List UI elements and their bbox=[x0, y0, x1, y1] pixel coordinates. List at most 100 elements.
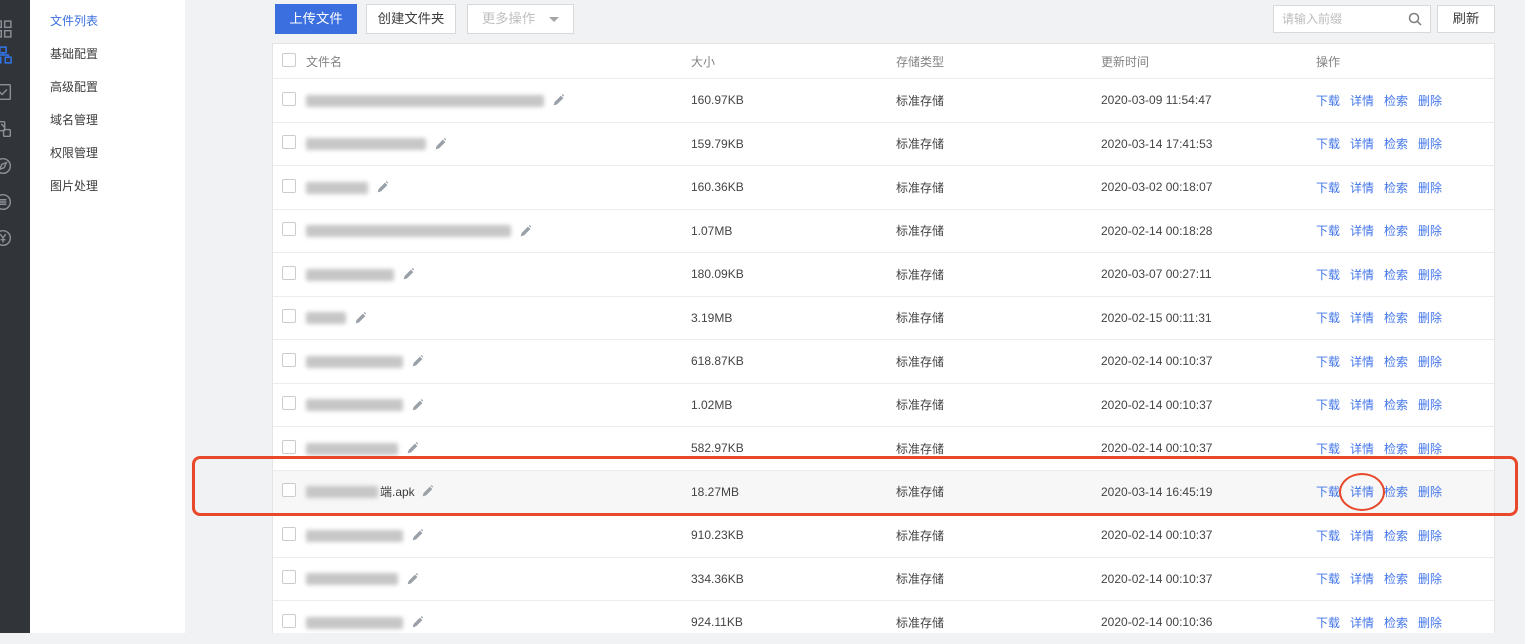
action-delete[interactable]: 删除 bbox=[1418, 222, 1442, 239]
edit-icon[interactable] bbox=[402, 268, 415, 281]
action-delete[interactable]: 删除 bbox=[1418, 483, 1442, 500]
task-icon[interactable] bbox=[0, 83, 16, 105]
sidebar-item-5[interactable]: 图片处理 bbox=[30, 170, 185, 203]
action-retrieve[interactable]: 检索 bbox=[1384, 353, 1408, 370]
row-checkbox[interactable] bbox=[282, 266, 296, 280]
action-details-circled[interactable]: 详情 bbox=[1350, 483, 1374, 500]
row-checkbox[interactable] bbox=[282, 92, 296, 106]
create-folder-button[interactable]: 创建文件夹 bbox=[366, 4, 456, 34]
action-retrieve[interactable]: 检索 bbox=[1384, 396, 1408, 413]
action-retrieve[interactable]: 检索 bbox=[1384, 179, 1408, 196]
action-retrieve[interactable]: 检索 bbox=[1384, 222, 1408, 239]
products-icon[interactable] bbox=[0, 46, 16, 68]
row-checkbox[interactable] bbox=[282, 135, 296, 149]
select-all-checkbox[interactable] bbox=[282, 53, 296, 67]
edit-icon[interactable] bbox=[519, 225, 532, 238]
edit-icon[interactable] bbox=[411, 355, 424, 368]
action-retrieve[interactable]: 检索 bbox=[1384, 570, 1408, 587]
action-details[interactable]: 详情 bbox=[1350, 353, 1374, 370]
row-checkbox[interactable] bbox=[282, 614, 296, 628]
action-delete[interactable]: 删除 bbox=[1418, 527, 1442, 544]
action-download[interactable]: 下载 bbox=[1316, 483, 1340, 500]
action-download[interactable]: 下载 bbox=[1316, 135, 1340, 152]
action-retrieve[interactable]: 检索 bbox=[1384, 440, 1408, 457]
row-checkbox[interactable] bbox=[282, 570, 296, 584]
compass-icon[interactable] bbox=[0, 157, 16, 179]
action-delete[interactable]: 删除 bbox=[1418, 570, 1442, 587]
action-delete[interactable]: 删除 bbox=[1418, 135, 1442, 152]
share-icon[interactable] bbox=[0, 120, 16, 142]
action-retrieve[interactable]: 检索 bbox=[1384, 483, 1408, 500]
action-download[interactable]: 下载 bbox=[1316, 440, 1340, 457]
edit-icon[interactable] bbox=[411, 529, 424, 542]
action-delete[interactable]: 删除 bbox=[1418, 179, 1442, 196]
list-circle-icon[interactable] bbox=[0, 193, 16, 215]
action-download[interactable]: 下载 bbox=[1316, 614, 1340, 631]
action-download[interactable]: 下载 bbox=[1316, 353, 1340, 370]
refresh-button[interactable]: 刷新 bbox=[1437, 5, 1495, 33]
action-download[interactable]: 下载 bbox=[1316, 570, 1340, 587]
sidebar-item-4[interactable]: 权限管理 bbox=[30, 137, 185, 170]
action-delete[interactable]: 删除 bbox=[1418, 353, 1442, 370]
action-details[interactable]: 详情 bbox=[1350, 614, 1374, 631]
action-delete[interactable]: 删除 bbox=[1418, 309, 1442, 326]
action-details[interactable]: 详情 bbox=[1350, 396, 1374, 413]
action-retrieve[interactable]: 检索 bbox=[1384, 92, 1408, 109]
action-details[interactable]: 详情 bbox=[1350, 179, 1374, 196]
billing-icon[interactable] bbox=[0, 229, 16, 251]
action-delete[interactable]: 删除 bbox=[1418, 440, 1442, 457]
redacted-file-name bbox=[306, 225, 511, 237]
sidebar-item-2[interactable]: 高级配置 bbox=[30, 71, 185, 104]
row-checkbox[interactable] bbox=[282, 353, 296, 367]
action-download[interactable]: 下载 bbox=[1316, 92, 1340, 109]
file-size: 618.87KB bbox=[691, 354, 896, 368]
edit-icon[interactable] bbox=[376, 181, 389, 194]
edit-icon[interactable] bbox=[434, 138, 447, 151]
action-download[interactable]: 下载 bbox=[1316, 527, 1340, 544]
row-checkbox[interactable] bbox=[282, 396, 296, 410]
action-details[interactable]: 详情 bbox=[1350, 309, 1374, 326]
edit-icon[interactable] bbox=[411, 616, 424, 629]
sidebar-item-3[interactable]: 域名管理 bbox=[30, 104, 185, 137]
action-retrieve[interactable]: 检索 bbox=[1384, 266, 1408, 283]
action-delete[interactable]: 删除 bbox=[1418, 266, 1442, 283]
action-download[interactable]: 下载 bbox=[1316, 266, 1340, 283]
action-details[interactable]: 详情 bbox=[1350, 266, 1374, 283]
row-checkbox[interactable] bbox=[282, 222, 296, 236]
sidebar-item-1[interactable]: 基础配置 bbox=[30, 38, 185, 71]
action-retrieve[interactable]: 检索 bbox=[1384, 135, 1408, 152]
action-download[interactable]: 下载 bbox=[1316, 222, 1340, 239]
action-details[interactable]: 详情 bbox=[1350, 570, 1374, 587]
edit-icon[interactable] bbox=[411, 399, 424, 412]
action-download[interactable]: 下载 bbox=[1316, 309, 1340, 326]
more-actions-dropdown[interactable]: 更多操作 bbox=[467, 4, 574, 34]
action-details[interactable]: 详情 bbox=[1350, 527, 1374, 544]
sidebar-item-0[interactable]: 文件列表 bbox=[30, 5, 185, 38]
action-retrieve[interactable]: 检索 bbox=[1384, 309, 1408, 326]
edit-icon[interactable] bbox=[552, 94, 565, 107]
search-icon[interactable] bbox=[1407, 11, 1423, 27]
action-delete[interactable]: 删除 bbox=[1418, 396, 1442, 413]
action-details[interactable]: 详情 bbox=[1350, 222, 1374, 239]
row-checkbox[interactable] bbox=[282, 440, 296, 454]
action-delete[interactable]: 删除 bbox=[1418, 614, 1442, 631]
row-checkbox[interactable] bbox=[282, 309, 296, 323]
action-details[interactable]: 详情 bbox=[1350, 440, 1374, 457]
action-retrieve[interactable]: 检索 bbox=[1384, 614, 1408, 631]
edit-icon[interactable] bbox=[421, 485, 434, 498]
upload-file-button[interactable]: 上传文件 bbox=[275, 4, 357, 34]
edit-icon[interactable] bbox=[406, 573, 419, 586]
action-download[interactable]: 下载 bbox=[1316, 179, 1340, 196]
edit-icon[interactable] bbox=[354, 312, 367, 325]
action-retrieve[interactable]: 检索 bbox=[1384, 527, 1408, 544]
action-details[interactable]: 详情 bbox=[1350, 92, 1374, 109]
dashboard-icon[interactable] bbox=[0, 20, 16, 42]
row-checkbox[interactable] bbox=[282, 483, 296, 497]
edit-icon[interactable] bbox=[406, 442, 419, 455]
action-details[interactable]: 详情 bbox=[1350, 135, 1374, 152]
row-checkbox[interactable] bbox=[282, 527, 296, 541]
prefix-search-input[interactable] bbox=[1274, 6, 1402, 32]
row-checkbox[interactable] bbox=[282, 179, 296, 193]
action-download[interactable]: 下载 bbox=[1316, 396, 1340, 413]
action-delete[interactable]: 删除 bbox=[1418, 92, 1442, 109]
